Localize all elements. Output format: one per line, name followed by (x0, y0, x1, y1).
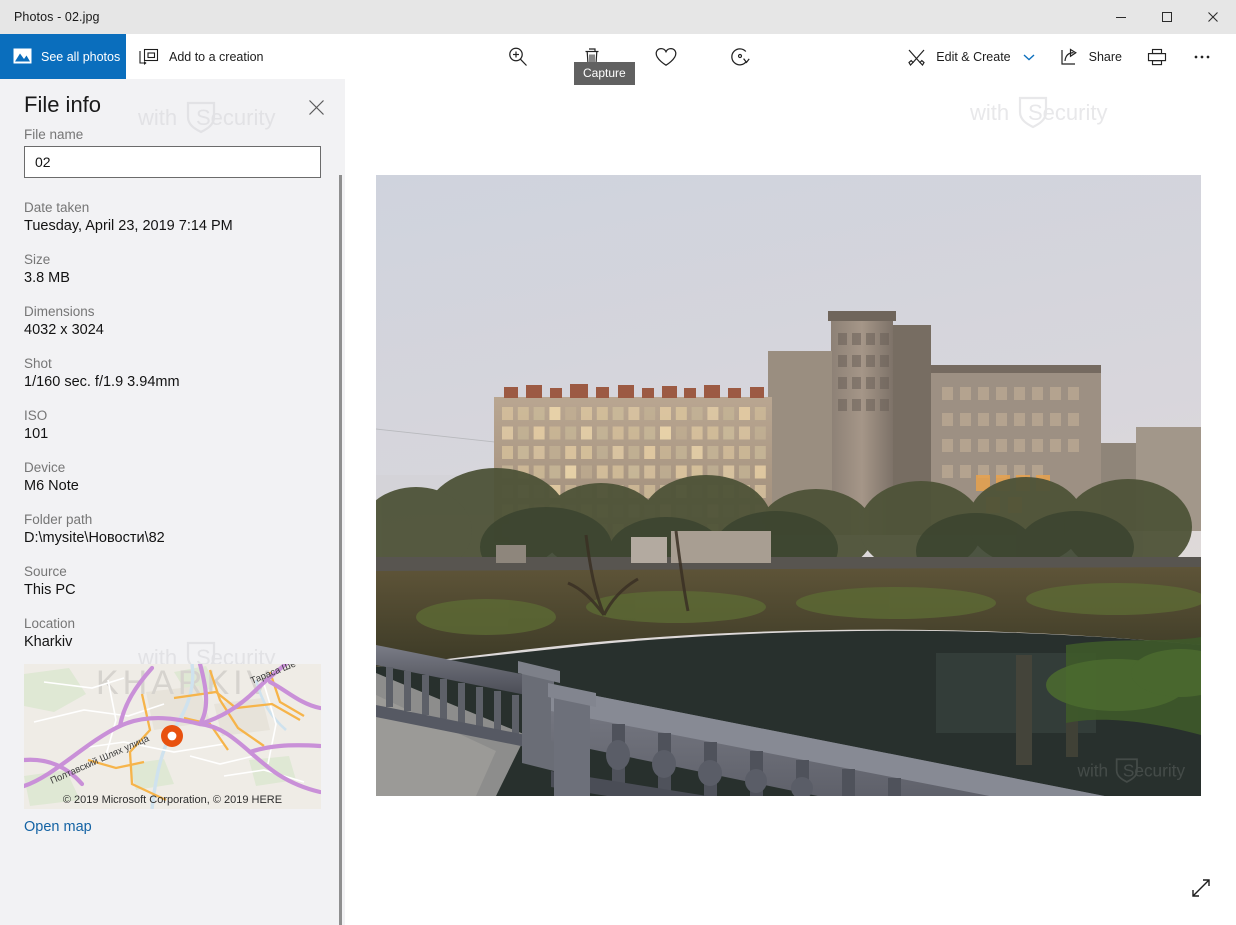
expand-diagonal-icon (1192, 879, 1210, 897)
open-map-link[interactable]: Open map (0, 819, 345, 835)
file-info-field: Date taken Tuesday, April 23, 2019 7:14 P… (0, 200, 345, 234)
chevron-down-icon (1023, 53, 1035, 61)
watermark-stage: with Security (969, 90, 1145, 141)
file-info-field: ISO 101 (0, 408, 345, 442)
field-label: ISO (24, 408, 48, 423)
maximize-icon (1162, 12, 1172, 22)
right-toolbar: Edit & Create Share (894, 34, 1224, 79)
panel-title: File info (24, 92, 102, 117)
zoom-in-button[interactable] (500, 39, 536, 75)
svg-text:Security: Security (1028, 100, 1107, 125)
file-info-fields: Date taken Tuesday, April 23, 2019 7:14 P… (0, 200, 345, 650)
minimize-icon (1116, 17, 1126, 18)
file-info-header: File info (0, 79, 345, 131)
svg-text:with: with (1077, 760, 1109, 780)
field-value: 1/160 sec. f/1.9 3.94mm (24, 374, 180, 390)
rotate-icon (731, 47, 750, 65)
field-label: Source (24, 564, 67, 579)
more-options-button[interactable] (1180, 39, 1224, 75)
add-to-creation-button[interactable]: Add to a creation (138, 34, 264, 79)
see-all-photos-label: See all photos (41, 49, 121, 64)
title-bar: Photos - 02.jpg (0, 0, 1236, 34)
file-info-panel: with Security File info File name Date t… (0, 79, 345, 925)
field-value: M6 Note (24, 478, 79, 494)
edit-create-label: Edit & Create (936, 49, 1011, 64)
svg-text:Security: Security (1123, 760, 1186, 780)
heart-icon (655, 47, 677, 66)
rotate-button[interactable] (722, 39, 758, 75)
add-to-creation-label: Add to a creation (169, 49, 264, 64)
ellipsis-icon (1194, 55, 1210, 58)
file-info-field: Source This PC (0, 564, 345, 598)
file-info-field: Shot 1/160 sec. f/1.9 3.94mm (0, 356, 345, 390)
share-label: Share (1088, 49, 1122, 64)
window-controls (1098, 0, 1236, 34)
maximize-button[interactable] (1144, 0, 1190, 34)
close-button[interactable] (1190, 0, 1236, 34)
pen-brush-icon (908, 49, 926, 66)
photos-app-window: Photos - 02.jpg See all photos Add to a … (0, 0, 1236, 925)
panel-scrollbar[interactable] (339, 175, 342, 925)
photos-collection-icon (13, 48, 32, 64)
expand-button[interactable] (1184, 871, 1218, 905)
print-button[interactable] (1134, 39, 1180, 75)
field-value: Tuesday, April 23, 2019 7:14 PM (24, 218, 233, 234)
capture-tooltip: Capture (574, 62, 635, 85)
close-panel-button[interactable] (301, 92, 331, 122)
close-icon (308, 99, 324, 115)
edit-create-button[interactable]: Edit & Create (894, 39, 1046, 75)
file-info-field: Size 3.8 MB (0, 252, 345, 286)
field-value: 3.8 MB (24, 270, 70, 286)
map-attribution: © 2019 Microsoft Corporation, © 2019 HER… (62, 794, 283, 806)
share-button[interactable]: Share (1047, 39, 1134, 75)
file-info-field: Folder path D:\mysite\Новости\82 (0, 512, 345, 546)
file-info-field: Dimensions 4032 x 3024 (0, 304, 345, 338)
map-graphic: KHARKIV Полтавский Шлях улица Тараса Ше (24, 664, 321, 809)
file-name-input[interactable] (24, 146, 321, 178)
field-value: This PC (24, 582, 76, 598)
map-canvas[interactable]: KHARKIV Полтавский Шлях улица Тараса Ше … (24, 664, 321, 809)
file-info-field: Device M6 Note (0, 460, 345, 494)
command-bar: See all photos Add to a creation Edit & … (0, 34, 1236, 85)
favorite-button[interactable] (648, 39, 684, 75)
share-arrow-icon (1061, 47, 1077, 65)
field-label: Shot (24, 356, 52, 371)
svg-text:with: with (970, 100, 1009, 125)
field-label: Size (24, 252, 51, 267)
photo-stage: with Security with Security (345, 79, 1236, 925)
field-label: Dimensions (24, 304, 95, 319)
field-value: 4032 x 3024 (24, 322, 104, 338)
field-label: Date taken (24, 200, 90, 215)
photo-graphic (376, 175, 1201, 796)
field-value: D:\mysite\Новости\82 (24, 530, 165, 546)
field-label: Location (24, 616, 76, 631)
magnifier-plus-icon (509, 47, 527, 66)
field-label: Folder path (24, 512, 93, 527)
location-map-thumbnail[interactable]: KHARKIV Полтавский Шлях улица Тараса Ше … (0, 664, 345, 809)
photo-image[interactable]: with Security (376, 175, 1201, 796)
see-all-photos-button[interactable]: See all photos (0, 34, 126, 79)
field-label: Device (24, 460, 66, 475)
close-icon (1208, 12, 1218, 22)
printer-icon (1147, 48, 1167, 65)
add-to-creation-icon (139, 48, 159, 65)
field-value: 101 (24, 426, 49, 442)
window-title: Photos - 02.jpg (14, 10, 100, 24)
minimize-button[interactable] (1098, 0, 1144, 34)
